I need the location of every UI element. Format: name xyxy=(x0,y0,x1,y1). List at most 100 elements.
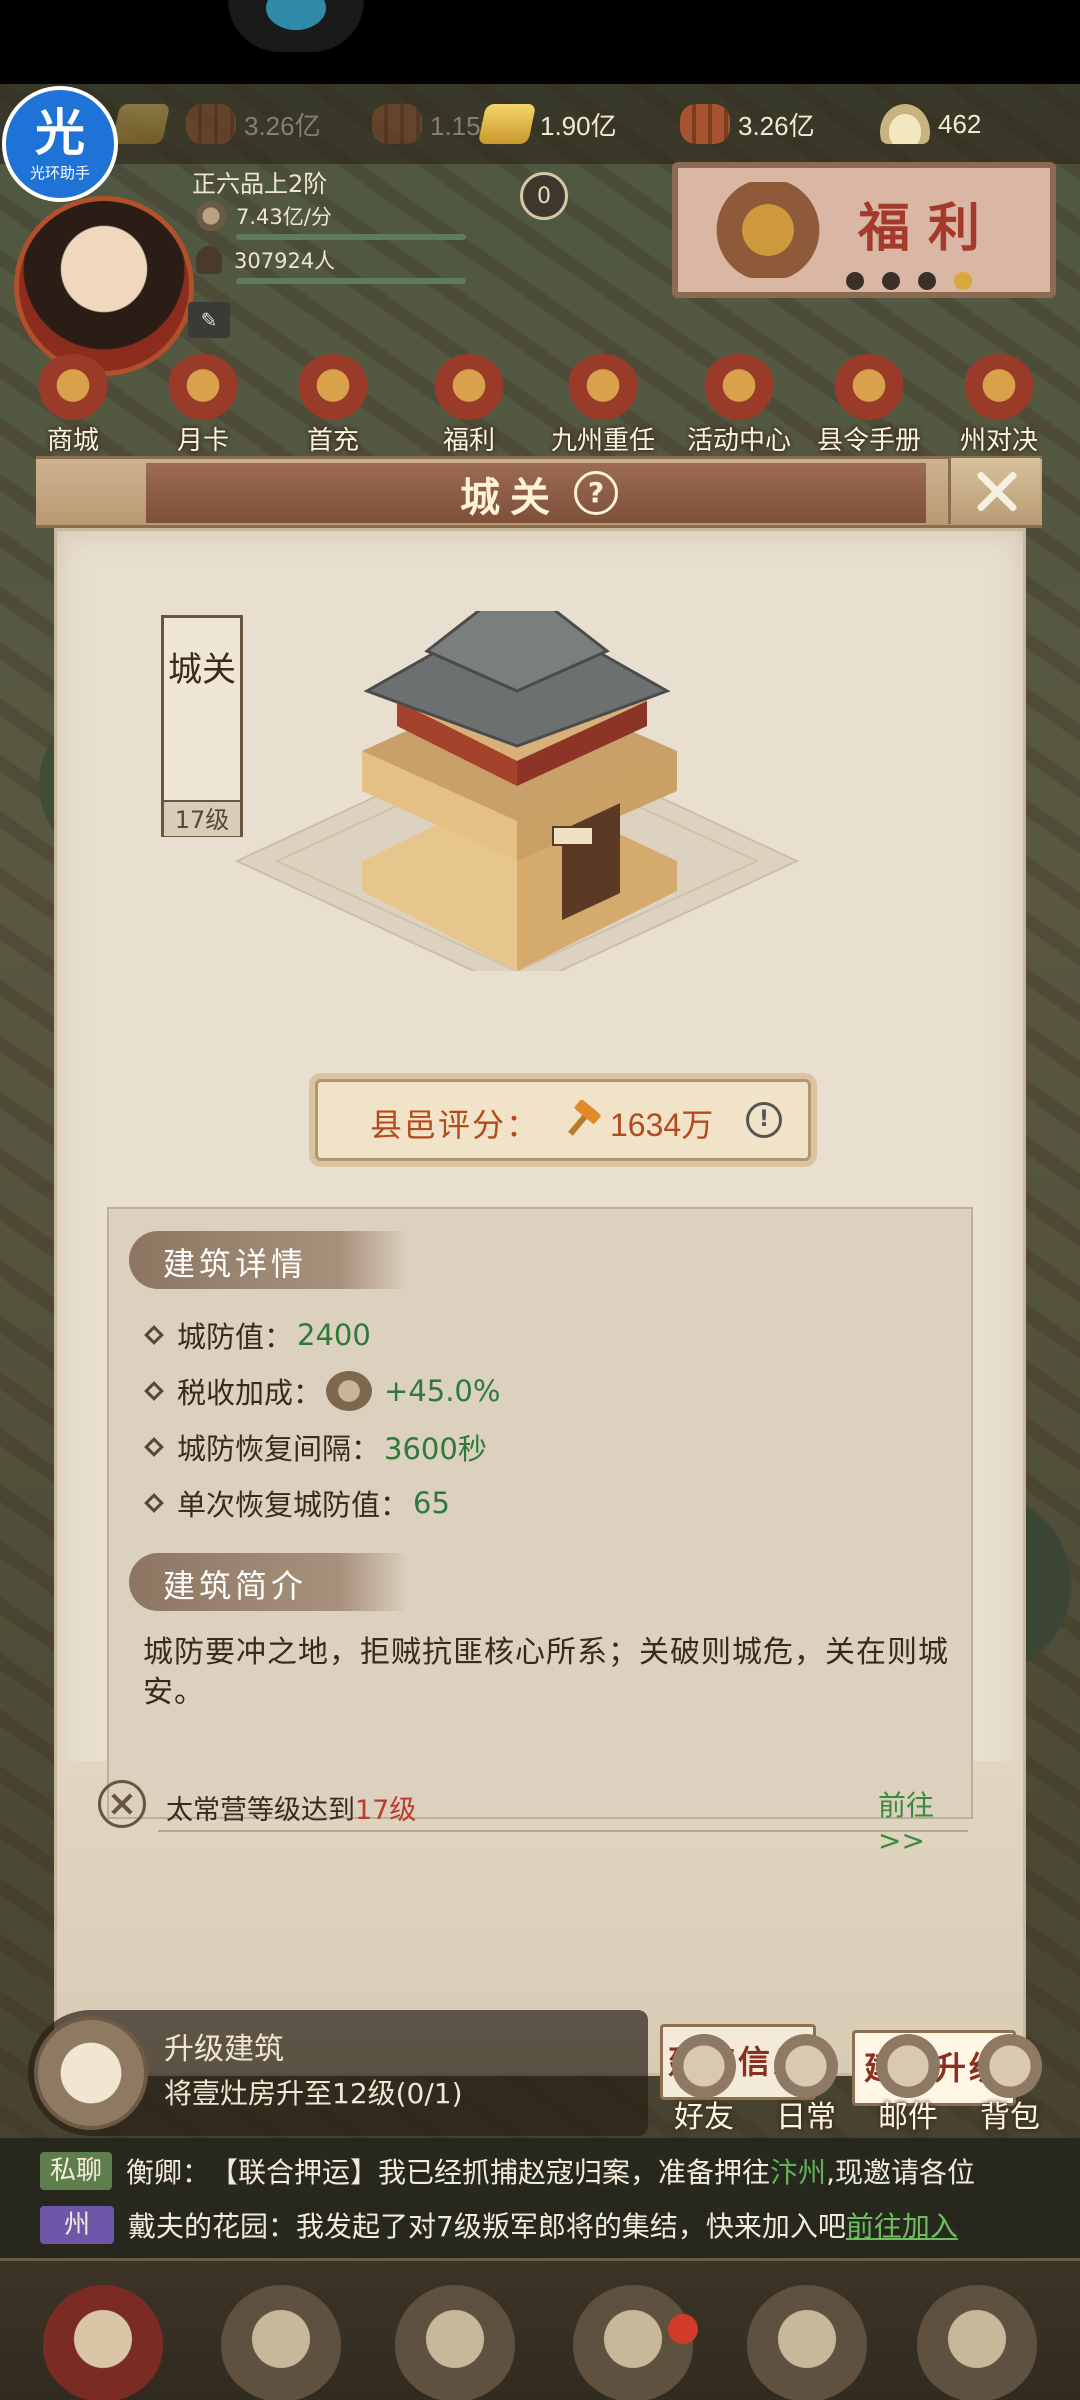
nav-affairs[interactable]: 政务 xyxy=(380,2285,530,2400)
func-activity-center[interactable]: 活动中心 xyxy=(684,354,794,464)
stat-defense: 城防值： 2400 xyxy=(143,1313,371,1357)
nav-suburbs[interactable]: 城郊 xyxy=(732,2285,882,2400)
system-status-bar xyxy=(0,0,1080,84)
population-row: 307924人 xyxy=(196,242,466,278)
hammer-icon xyxy=(568,1100,601,1136)
mail-icon xyxy=(876,2034,940,2098)
welfare-icon xyxy=(432,354,506,424)
resource-gold-faded xyxy=(111,98,174,150)
treasure-icon xyxy=(698,182,838,278)
affairs-icon xyxy=(395,2285,515,2400)
city-gate-illustration xyxy=(234,611,800,971)
nav-county[interactable]: 县邑 xyxy=(28,2285,178,2400)
jiuzhou-icon xyxy=(917,2285,1037,2400)
upgrade-requirement: 太常营等级达到17级 前往>> xyxy=(98,1774,968,1857)
coin-count-badge[interactable]: 0 xyxy=(520,172,568,220)
friends-icon xyxy=(672,2034,736,2098)
building-details-box: 建筑详情 城防值： 2400 税收加成： +45.0% 城防恢复间隔： 3600秒 单… xyxy=(107,1207,973,1819)
info-icon[interactable]: ! xyxy=(746,1102,782,1138)
daily-icon xyxy=(774,2034,838,2098)
diamond-bullet-icon xyxy=(144,1325,164,1345)
stat-tax-bonus: 税收加成： +45.0% xyxy=(143,1369,500,1413)
gold-icon xyxy=(477,104,537,144)
carousel-dots xyxy=(846,272,972,290)
task-desc: 将壹灶房升至12级(0/1) xyxy=(164,2077,463,2110)
func-welfare[interactable]: 福利 xyxy=(414,354,524,464)
upgrade-task-panel[interactable]: 升级建筑 将壹灶房升至12级(0/1) xyxy=(28,2010,648,2136)
diamond-bullet-icon xyxy=(144,1437,164,1457)
func-magistrate-handbook[interactable]: 县令手册 xyxy=(814,354,924,464)
handbook-icon xyxy=(832,354,906,424)
person-icon xyxy=(196,246,222,274)
resource-ingot[interactable]: 462 xyxy=(880,98,981,150)
func-state-duel[interactable]: 州对决 xyxy=(944,354,1054,464)
friends-button[interactable]: 好友 xyxy=(656,2034,752,2144)
stone-icon xyxy=(372,104,422,144)
goto-link[interactable]: 前往>> xyxy=(878,1784,968,1857)
wood-icon xyxy=(186,104,236,144)
modal-title: 城关 xyxy=(460,474,560,521)
task-title: 升级建筑 xyxy=(164,2032,284,2067)
resource-wood[interactable]: 3.26亿 xyxy=(680,98,815,150)
income-row: 7.43亿/分 xyxy=(196,198,466,234)
resource-bar: 3.26亿 1.15亿 1.90亿 3.26亿 462 xyxy=(0,84,1080,164)
bird-icon xyxy=(266,0,326,30)
income-bar xyxy=(236,234,466,240)
game-screen: 3.26亿 1.15亿 1.90亿 3.26亿 462 光 光环助手 正六品上2… xyxy=(0,84,1080,2400)
diamond-bullet-icon xyxy=(144,1493,164,1513)
func-month-card[interactable]: 月卡 xyxy=(148,354,258,464)
func-first-charge[interactable]: 首充 xyxy=(278,354,388,464)
resource-gold[interactable]: 1.90亿 xyxy=(477,98,617,150)
floating-assistant-bubble[interactable] xyxy=(228,0,364,52)
task-icon xyxy=(566,354,640,424)
resource-wood-faded: 3.26亿 xyxy=(186,98,321,150)
stat-recovery-interval: 城防恢复间隔： 3600秒 xyxy=(143,1425,487,1469)
subordinates-icon xyxy=(221,2285,341,2400)
bag-icon xyxy=(978,2034,1042,2098)
function-row: 商城 月卡 首充 福利 九州重任 活动中心 县令手册 州对决 xyxy=(0,354,1080,464)
county-score-plaque: 县邑评分： 1634万 ! xyxy=(315,1079,811,1161)
func-shop[interactable]: 商城 xyxy=(18,354,128,464)
nav-jiuzhou[interactable]: 九州 xyxy=(902,2285,1052,2400)
join-link[interactable]: 前往加入 xyxy=(846,2205,958,2245)
close-button[interactable] xyxy=(948,458,1040,524)
shop-icon xyxy=(36,354,110,424)
copper-coin-icon xyxy=(326,1371,373,1411)
modal-title-bar: 城关 ? xyxy=(36,456,1042,528)
unmet-cross-icon xyxy=(98,1780,146,1828)
score-value: 1634万 xyxy=(610,1107,714,1143)
ingot-icon xyxy=(880,104,930,144)
channel-private-tag: 私聊 xyxy=(40,2152,113,2190)
assistant-logo[interactable]: 光 光环助手 xyxy=(2,86,118,202)
population-bar xyxy=(236,278,466,284)
func-jiuzhou-task[interactable]: 九州重任 xyxy=(548,354,658,464)
suburbs-icon xyxy=(747,2285,867,2400)
notification-dot xyxy=(668,2314,698,2344)
state-icon xyxy=(573,2285,693,2400)
edit-icon[interactable]: ✎ xyxy=(188,302,230,338)
daily-button[interactable]: 日常 xyxy=(758,2034,854,2144)
duel-icon xyxy=(962,354,1036,424)
first-charge-icon xyxy=(296,354,370,424)
gold-icon xyxy=(111,104,171,144)
wood-icon xyxy=(680,104,730,144)
player-rank: 正六品上2阶 xyxy=(192,170,328,198)
welfare-banner[interactable]: 福利 xyxy=(672,162,1056,298)
diamond-bullet-icon xyxy=(144,1381,164,1401)
chat-panel[interactable]: 私聊 衡卿： 【联合押运】我已经抓捕赵寇归案，准备押往 汴州 ,现邀请各位 州 … xyxy=(0,2138,1080,2258)
county-icon xyxy=(43,2285,163,2400)
building-intro-text: 城防要冲之地，拒贼抗匪核心所系；关破则城危，关在则城安。 xyxy=(143,1635,949,1710)
nav-subordinates[interactable]: 除属 xyxy=(206,2285,356,2400)
bottom-nav: 县邑 除属 政务 州 城郊 九州 xyxy=(0,2258,1080,2400)
chat-line-state: 州 戴夫的花园：我发起了对7级叛军郎将的集结，快来加入吧 前往加入 xyxy=(40,2200,1070,2250)
help-icon[interactable]: ? xyxy=(574,471,618,515)
channel-state-tag: 州 xyxy=(40,2206,114,2244)
player-avatar[interactable] xyxy=(14,196,194,376)
building-modal: 城关 ? 城关 17级 县邑评分： 1634万 ! 建筑详情 城防值： 2400… xyxy=(36,456,1042,2106)
bag-button[interactable]: 背包 xyxy=(962,2034,1058,2144)
chat-line-private: 私聊 衡卿： 【联合押运】我已经抓捕赵寇归案，准备押往 汴州 ,现邀请各位 xyxy=(40,2146,1070,2196)
scroll-icon xyxy=(34,2016,148,2130)
activity-icon xyxy=(702,354,776,424)
intro-header: 建筑简介 xyxy=(129,1553,409,1611)
mail-button[interactable]: 邮件 xyxy=(860,2034,956,2144)
